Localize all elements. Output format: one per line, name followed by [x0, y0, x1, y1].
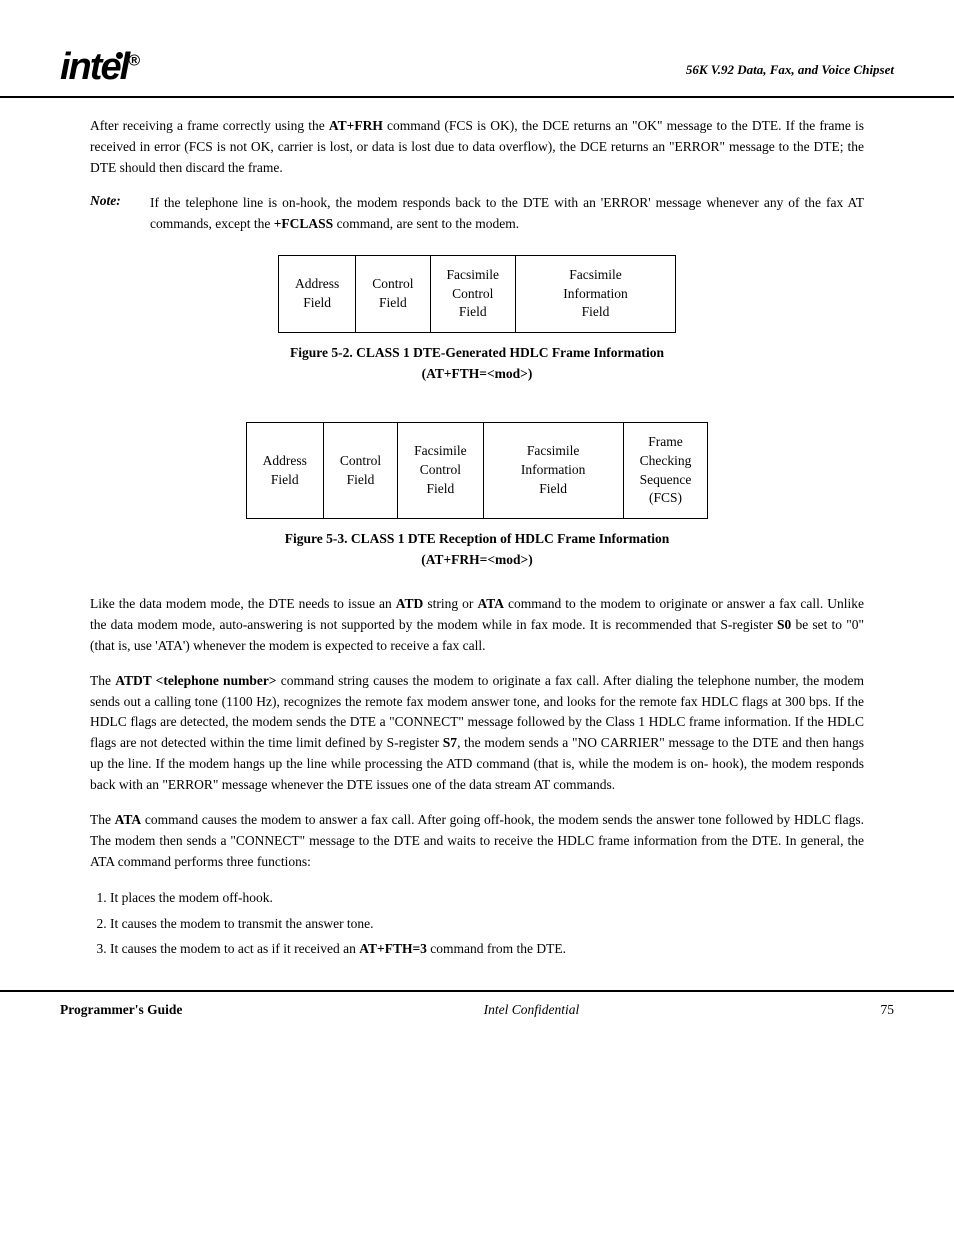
table2-col4: FacsimileInformationField	[483, 422, 623, 519]
bold-ata2: ATA	[115, 812, 142, 827]
table2-col1: AddressField	[246, 422, 323, 519]
table1-col3: FacsimileControlField	[430, 255, 516, 333]
paragraph-4: The ATA command causes the modem to answ…	[90, 810, 864, 873]
paragraph-1: After receiving a frame correctly using …	[90, 116, 864, 179]
footer-right: 75	[880, 1002, 894, 1018]
table2-col3: FacsimileControlField	[398, 422, 484, 519]
note-label: Note:	[90, 193, 138, 235]
table1-col2: ControlField	[356, 255, 430, 333]
note-block: Note: If the telephone line is on-hook, …	[90, 193, 864, 235]
page: intel® 56K V.92 Data, Fax, and Voice Chi…	[0, 0, 954, 1235]
note-text: If the telephone line is on-hook, the mo…	[150, 193, 864, 235]
paragraph-2: Like the data modem mode, the DTE needs …	[90, 594, 864, 657]
figure-5-3-block: AddressField ControlField FacsimileContr…	[90, 422, 864, 588]
header-title: 56K V.92 Data, Fax, and Voice Chipset	[686, 48, 894, 78]
list-item-1: It places the modem off-hook.	[110, 887, 864, 909]
table1-col4: FacsimileInformationField	[516, 255, 676, 333]
footer-center: Intel Confidential	[484, 1002, 580, 1018]
bold-fclass: +FCLASS	[274, 216, 333, 231]
footer-left: Programmer's Guide	[60, 1002, 182, 1018]
list-item-2: It causes the modem to transmit the answ…	[110, 913, 864, 935]
paragraph-3: The ATDT <telephone number> command stri…	[90, 671, 864, 797]
bold-atd: ATD	[396, 596, 424, 611]
bold-atdt: ATDT <telephone number>	[115, 673, 276, 688]
page-header: intel® 56K V.92 Data, Fax, and Voice Chi…	[0, 30, 954, 98]
list-item-3: It causes the modem to act as if it rece…	[110, 938, 864, 960]
table2-col2: ControlField	[323, 422, 397, 519]
bold-ata1: ATA	[477, 596, 504, 611]
numbered-list: It places the modem off-hook. It causes …	[90, 887, 864, 960]
content-area: After receiving a frame correctly using …	[0, 116, 954, 960]
bold-s0: S0	[777, 617, 791, 632]
figure-5-3-table: AddressField ControlField FacsimileContr…	[246, 422, 709, 520]
page-footer: Programmer's Guide Intel Confidential 75	[0, 990, 954, 1018]
intel-logo: intel®	[60, 48, 138, 86]
figure-5-2-table: AddressField ControlField FacsimileContr…	[278, 255, 676, 334]
figure-5-2-block: AddressField ControlField FacsimileContr…	[90, 255, 864, 402]
table2-col5: FrameCheckingSequence(FCS)	[623, 422, 708, 519]
table1-col1: AddressField	[278, 255, 355, 333]
bold-atfth3: AT+FTH=3	[359, 941, 427, 956]
figure-5-2-caption: Figure 5-2. CLASS 1 DTE-Generated HDLC F…	[290, 343, 664, 384]
bold-atfrh: AT+FRH	[329, 118, 383, 133]
bold-s7: S7	[443, 735, 457, 750]
figure-5-3-caption: Figure 5-3. CLASS 1 DTE Reception of HDL…	[285, 529, 669, 570]
